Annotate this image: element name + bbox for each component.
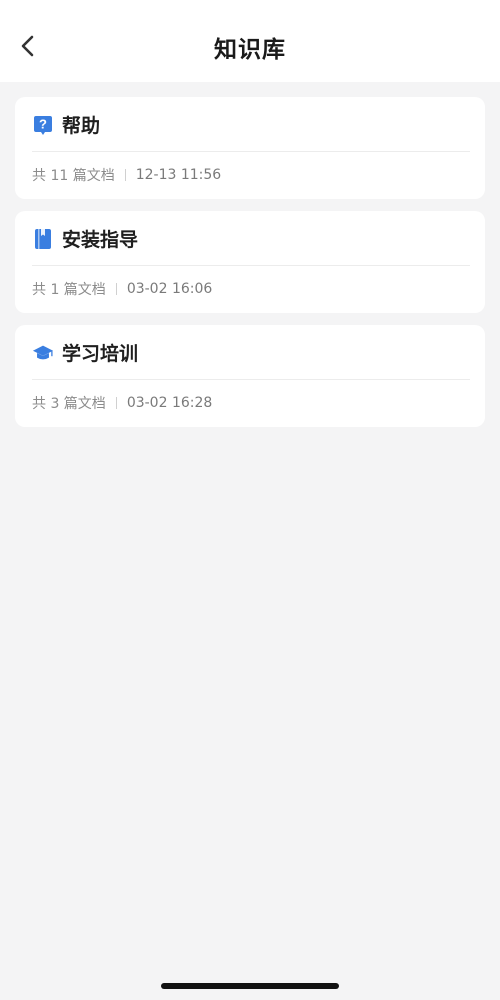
knowledge-base-card-help[interactable]: ? 帮助 共 11 篇文档 12-13 11:56 [15, 97, 485, 199]
meta-separator [115, 283, 117, 295]
meta-separator [115, 397, 117, 409]
page-title: 知识库 [214, 37, 286, 63]
doc-count: 共 1 篇文档 [32, 282, 106, 298]
card-title: 安装指导 [62, 229, 139, 251]
divider [32, 151, 470, 152]
divider [32, 265, 470, 266]
knowledge-base-card-training[interactable]: 学习培训 共 3 篇文档 03-02 16:28 [15, 325, 485, 427]
updated-time: 03-02 16:06 [126, 281, 213, 297]
home-indicator[interactable] [161, 983, 339, 989]
card-header: 安装指导 [32, 225, 138, 252]
card-meta: 共 11 篇文档 12-13 11:56 [32, 165, 221, 185]
meta-separator [124, 169, 126, 181]
nav-bar: 知识库 [0, 0, 500, 82]
updated-time: 12-13 11:56 [135, 167, 222, 183]
card-meta: 共 3 篇文档 03-02 16:28 [32, 393, 212, 413]
graduation-cap-icon [32, 342, 54, 364]
card-meta: 共 1 篇文档 03-02 16:06 [32, 279, 212, 299]
help-question-icon: ? [32, 114, 54, 136]
doc-count: 共 11 篇文档 [32, 168, 115, 184]
card-header: 学习培训 [32, 339, 138, 366]
card-title: 帮助 [62, 115, 101, 137]
doc-count: 共 3 篇文档 [32, 396, 106, 412]
book-icon [32, 228, 54, 250]
card-title: 学习培训 [62, 343, 139, 365]
svg-text:?: ? [39, 116, 47, 131]
updated-time: 03-02 16:28 [126, 395, 213, 411]
divider [32, 379, 470, 380]
card-header: ? 帮助 [32, 111, 100, 138]
knowledge-base-card-install-guide[interactable]: 安装指导 共 1 篇文档 03-02 16:06 [15, 211, 485, 313]
